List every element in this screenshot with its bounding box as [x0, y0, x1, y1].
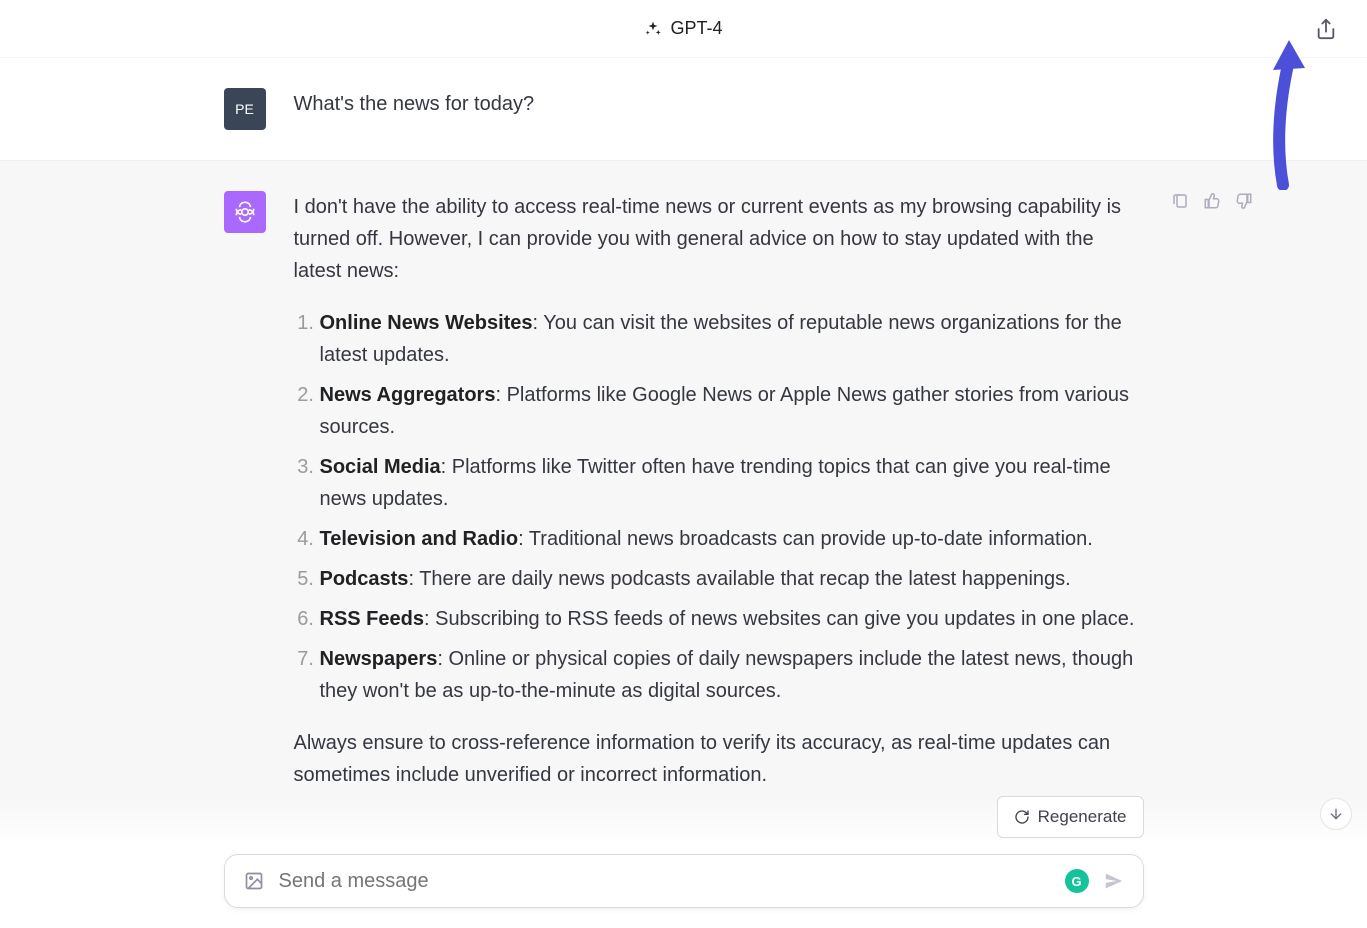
clipboard-icon	[1171, 192, 1189, 210]
refresh-icon	[1014, 809, 1030, 825]
assistant-message: I don't have the ability to access real-…	[294, 191, 1144, 811]
model-label: GPT-4	[644, 18, 722, 39]
thumbs-down-icon	[1235, 192, 1253, 210]
assistant-actions	[1170, 191, 1254, 211]
thumbs-up-button[interactable]	[1202, 191, 1222, 211]
thumbs-up-icon	[1203, 192, 1221, 210]
assistant-outro: Always ensure to cross-reference informa…	[294, 727, 1144, 791]
list-item: Podcasts: There are daily news podcasts …	[320, 563, 1144, 595]
assistant-intro: I don't have the ability to access real-…	[294, 191, 1144, 287]
assistant-avatar	[224, 191, 266, 233]
message-input-container: G	[224, 854, 1144, 908]
share-icon	[1315, 18, 1337, 40]
list-item: Newspapers: Online or physical copies of…	[320, 643, 1144, 707]
send-icon	[1103, 870, 1125, 892]
header: GPT-4	[0, 0, 1367, 58]
user-avatar-initials: PE	[235, 101, 254, 117]
openai-logo-icon	[232, 199, 258, 225]
image-icon	[244, 871, 264, 891]
thumbs-down-button[interactable]	[1234, 191, 1254, 211]
model-name: GPT-4	[670, 18, 722, 39]
regenerate-button[interactable]: Regenerate	[997, 796, 1144, 838]
grammarly-badge[interactable]: G	[1065, 869, 1089, 893]
send-button[interactable]	[1103, 870, 1125, 892]
attach-image-button[interactable]	[243, 870, 265, 892]
regenerate-label: Regenerate	[1038, 807, 1127, 827]
user-turn: PE What's the news for today?	[0, 58, 1367, 161]
conversation: PE What's the news for today? I don't ha…	[0, 58, 1367, 841]
copy-button[interactable]	[1170, 191, 1190, 211]
suggestion-list: Online News Websites: You can visit the …	[294, 307, 1144, 707]
list-item: News Aggregators: Platforms like Google …	[320, 379, 1144, 443]
list-item: Online News Websites: You can visit the …	[320, 307, 1144, 371]
share-button[interactable]	[1313, 16, 1339, 42]
scroll-to-bottom-button[interactable]	[1320, 798, 1352, 830]
assistant-turn: I don't have the ability to access real-…	[0, 161, 1367, 841]
arrow-down-icon	[1328, 806, 1344, 822]
list-item: Social Media: Platforms like Twitter oft…	[320, 451, 1144, 515]
bottom-bar: Regenerate G	[0, 796, 1367, 928]
list-item: RSS Feeds: Subscribing to RSS feeds of n…	[320, 603, 1144, 635]
message-input[interactable]	[279, 870, 1051, 893]
user-message: What's the news for today?	[294, 88, 1144, 120]
sparkle-icon	[644, 20, 662, 38]
user-avatar: PE	[224, 88, 266, 130]
list-item: Television and Radio: Traditional news b…	[320, 523, 1144, 555]
